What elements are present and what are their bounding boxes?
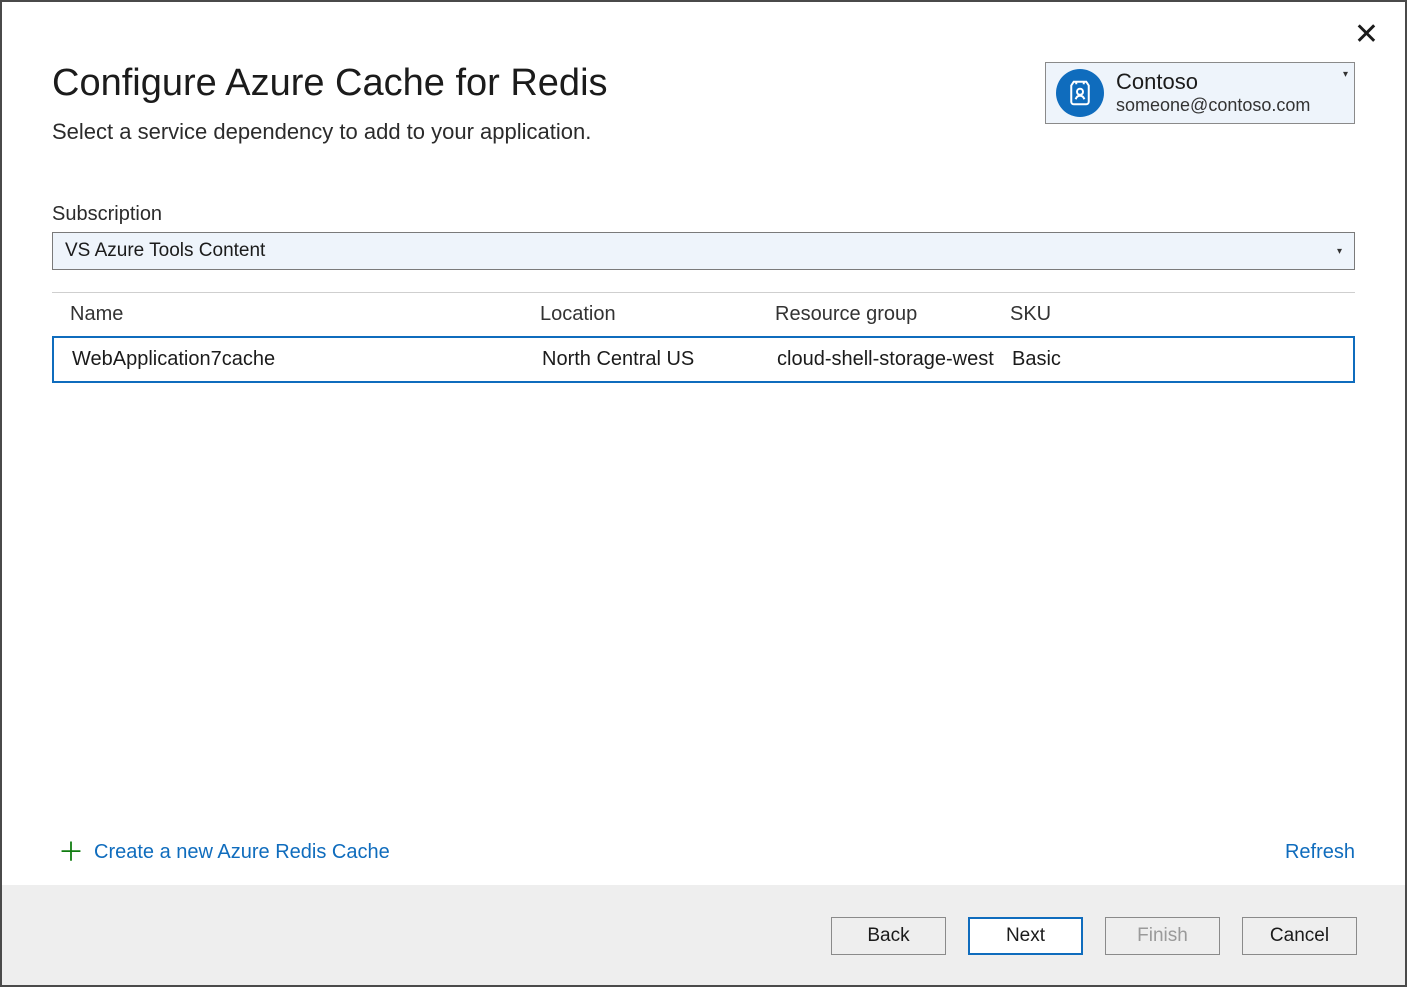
col-sku: SKU [1010,303,1337,326]
subscription-value: VS Azure Tools Content [65,240,265,262]
refresh-link[interactable]: Refresh [1285,841,1355,864]
create-new-cache-link[interactable]: ＋ Create a new Azure Redis Cache [58,839,390,865]
finish-button: Finish [1105,917,1220,955]
header-row: Configure Azure Cache for Redis Select a… [52,62,1355,145]
row-location: North Central US [542,348,777,371]
account-badge-icon [1056,69,1104,117]
account-name: Contoso [1116,69,1310,95]
row-name: WebApplication7cache [72,348,542,371]
col-resource-group: Resource group [775,303,1010,326]
account-selector[interactable]: Contoso someone@contoso.com ▾ [1045,62,1355,124]
create-new-cache-label: Create a new Azure Redis Cache [94,841,390,864]
next-button[interactable]: Next [968,917,1083,955]
title-block: Configure Azure Cache for Redis Select a… [52,62,608,145]
grid-header: Name Location Resource group SKU [52,293,1355,337]
table-row[interactable]: WebApplication7cache North Central US cl… [52,336,1355,383]
chevron-down-icon: ▾ [1337,246,1342,257]
page-title: Configure Azure Cache for Redis [52,62,608,105]
back-button[interactable]: Back [831,917,946,955]
cancel-button[interactable]: Cancel [1242,917,1357,955]
account-email: someone@contoso.com [1116,95,1310,117]
row-resource-group: cloud-shell-storage-west [777,348,1012,371]
footer-bar: Back Next Finish Cancel [2,885,1405,985]
col-location: Location [540,303,775,326]
chevron-down-icon: ▾ [1343,69,1348,80]
subscription-label: Subscription [52,203,1355,226]
page-subtitle: Select a service dependency to add to yo… [52,119,608,145]
row-sku: Basic [1012,348,1335,371]
dialog: ✕ Configure Azure Cache for Redis Select… [0,0,1407,987]
actions-row: ＋ Create a new Azure Redis Cache Refresh [58,839,1355,865]
account-text: Contoso someone@contoso.com [1116,69,1310,117]
plus-icon: ＋ [58,839,84,865]
cache-grid: Name Location Resource group SKU WebAppl… [52,292,1355,383]
dialog-body: Configure Azure Cache for Redis Select a… [2,2,1405,885]
col-name: Name [70,303,540,326]
subscription-select[interactable]: VS Azure Tools Content ▾ [52,232,1355,270]
subscription-field: Subscription VS Azure Tools Content ▾ [52,203,1355,270]
